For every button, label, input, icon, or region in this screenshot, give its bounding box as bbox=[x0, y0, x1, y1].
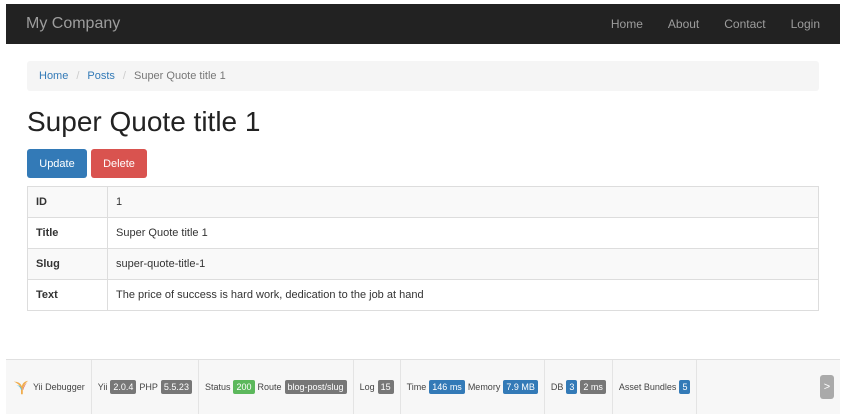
memory-label: Memory bbox=[467, 382, 501, 392]
navbar: My Company Home About Contact Login bbox=[6, 4, 840, 44]
status-label: Status bbox=[204, 382, 231, 392]
table-row: ID 1 bbox=[27, 186, 819, 218]
nav-item-home[interactable]: Home bbox=[611, 17, 643, 31]
php-version-badge: 5.5.23 bbox=[160, 380, 192, 394]
table-row: Slug super-quote-title-1 bbox=[27, 248, 819, 280]
debug-log-panel[interactable]: Log 15 bbox=[354, 360, 401, 414]
nav-item-about[interactable]: About bbox=[668, 17, 699, 31]
detail-table: ID 1 Title Super Quote title 1 Slug supe… bbox=[27, 186, 819, 311]
db-queries-badge: 3 bbox=[566, 380, 578, 394]
brand-link[interactable]: My Company bbox=[26, 15, 120, 33]
yii-version-badge: 2.0.4 bbox=[110, 380, 137, 394]
nav-item-contact[interactable]: Contact bbox=[724, 17, 765, 31]
row-label-title: Title bbox=[27, 217, 108, 249]
collapse-toolbar-icon[interactable]: > bbox=[820, 375, 834, 399]
breadcrumb-posts[interactable]: Posts bbox=[87, 70, 115, 82]
route-badge: blog-post/slug bbox=[284, 380, 347, 394]
row-value-text: The price of success is hard work, dedic… bbox=[107, 279, 819, 311]
debugger-home[interactable]: Yii Debugger bbox=[6, 360, 92, 414]
delete-button[interactable]: Delete bbox=[91, 149, 147, 178]
asset-bundles-label: Asset Bundles bbox=[618, 382, 677, 392]
row-label-slug: Slug bbox=[27, 248, 108, 280]
time-badge: 146 ms bbox=[429, 380, 465, 394]
log-label: Log bbox=[359, 382, 375, 392]
row-value-slug: super-quote-title-1 bbox=[107, 248, 819, 280]
breadcrumb-separator: / bbox=[76, 70, 80, 82]
debugger-label: Yii Debugger bbox=[33, 382, 85, 392]
yii-logo-icon bbox=[13, 380, 29, 395]
db-time-badge: 2 ms bbox=[580, 380, 606, 394]
debug-toolbar: Yii Debugger Yii 2.0.4 PHP 5.5.23 Status… bbox=[6, 359, 840, 414]
update-button[interactable]: Update bbox=[27, 149, 87, 178]
nav-menu: Home About Contact Login bbox=[586, 17, 820, 31]
row-value-title: Super Quote title 1 bbox=[107, 217, 819, 249]
breadcrumb-separator: / bbox=[122, 70, 126, 82]
row-label-id: ID bbox=[27, 186, 108, 218]
row-label-text: Text bbox=[27, 279, 108, 311]
table-row: Title Super Quote title 1 bbox=[27, 217, 819, 249]
table-row: Text The price of success is hard work, … bbox=[27, 279, 819, 311]
php-label: PHP bbox=[139, 382, 158, 392]
debug-request-panel[interactable]: Status 200 Route blog-post/slug bbox=[199, 360, 354, 414]
log-badge: 15 bbox=[377, 380, 394, 394]
breadcrumb-current: Super Quote title 1 bbox=[133, 70, 226, 82]
page-title: Super Quote title 1 bbox=[27, 106, 261, 137]
debug-config-panel[interactable]: Yii 2.0.4 PHP 5.5.23 bbox=[92, 360, 199, 414]
breadcrumb-home[interactable]: Home bbox=[39, 70, 68, 82]
time-label: Time bbox=[406, 382, 427, 392]
status-badge: 200 bbox=[233, 380, 255, 394]
row-value-id: 1 bbox=[107, 186, 819, 218]
db-label: DB bbox=[550, 382, 564, 392]
nav-item-login[interactable]: Login bbox=[791, 17, 820, 31]
memory-badge: 7.9 MB bbox=[503, 380, 538, 394]
breadcrumb: Home / Posts / Super Quote title 1 bbox=[27, 61, 819, 91]
yii-label: Yii bbox=[97, 382, 108, 392]
route-label: Route bbox=[257, 382, 282, 392]
debug-profiling-panel[interactable]: Time 146 ms Memory 7.9 MB bbox=[401, 360, 545, 414]
debug-assets-panel[interactable]: Asset Bundles 5 bbox=[613, 360, 698, 414]
debug-db-panel[interactable]: DB 3 2 ms bbox=[545, 360, 613, 414]
asset-bundles-badge: 5 bbox=[679, 380, 691, 394]
